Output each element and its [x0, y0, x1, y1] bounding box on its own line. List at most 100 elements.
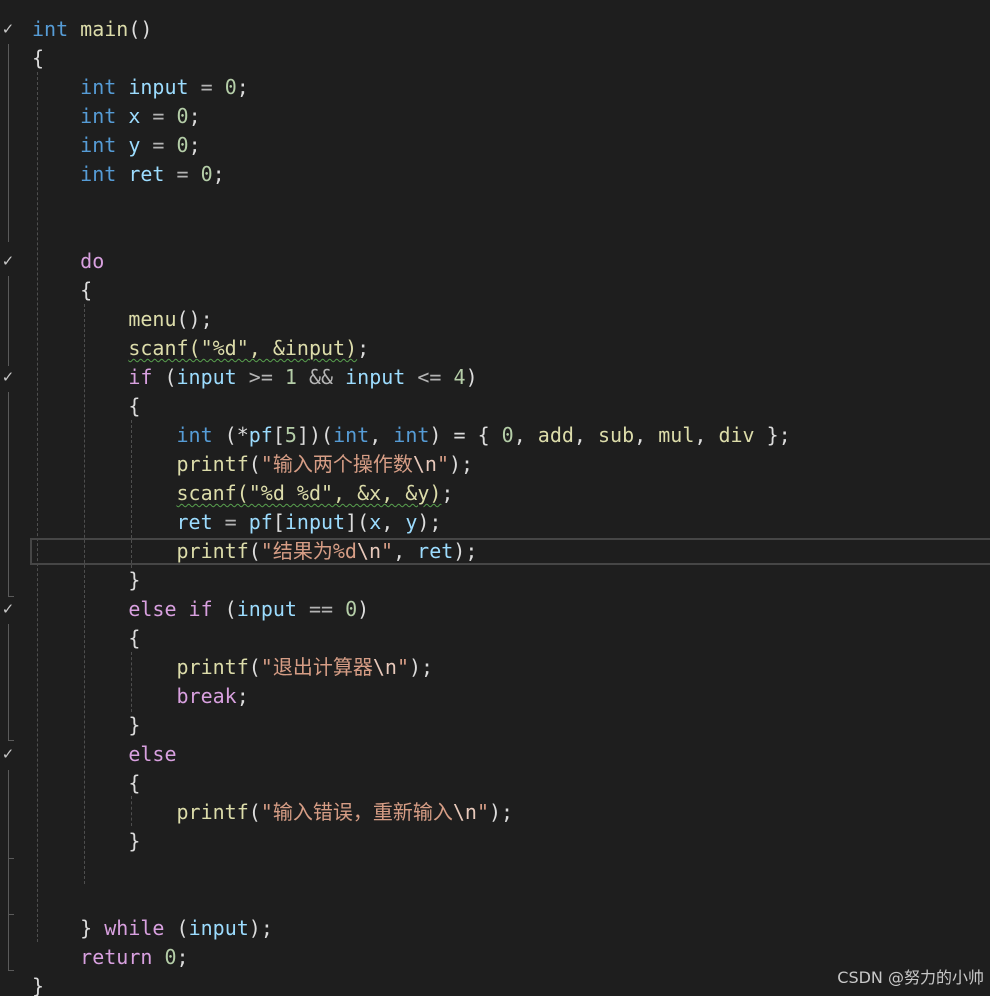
code-token: { [80, 278, 93, 302]
code-token: ( [248, 800, 261, 824]
code-token: y [128, 133, 141, 157]
code-token: ); [488, 800, 514, 824]
code-line[interactable]: scanf("%d %d", &x, &y); [0, 479, 990, 508]
code-token: 5 [284, 423, 297, 447]
code-line[interactable]: int y = 0; [0, 131, 990, 160]
code-line[interactable]: int ret = 0; [0, 160, 990, 189]
code-token: ); [408, 655, 434, 679]
code-line[interactable] [0, 856, 990, 885]
code-token: "输入两个操作数 [260, 452, 413, 476]
code-line[interactable]: else [0, 740, 990, 769]
code-token: " [436, 452, 449, 476]
code-line[interactable]: { [0, 392, 990, 421]
code-token: 1 [284, 365, 297, 389]
code-line[interactable]: printf("退出计算器\n"); [0, 653, 990, 682]
chevron-down-icon[interactable]: ✓ [0, 740, 16, 769]
code-token: input [128, 75, 189, 99]
code-text: { [32, 44, 44, 73]
code-line[interactable]: menu(); [0, 305, 990, 334]
code-token: 4 [453, 365, 466, 389]
code-line[interactable]: break; [0, 682, 990, 711]
code-text: ret = pf[input](x, y); [32, 508, 442, 537]
code-line[interactable]: do [0, 247, 990, 276]
code-token: 0 [164, 945, 177, 969]
code-token: printf [176, 655, 249, 679]
code-line[interactable]: } [0, 566, 990, 595]
code-line[interactable]: int main() [0, 15, 990, 44]
code-token: scanf("%d %d", &x, &y) [176, 481, 442, 505]
code-text: break; [32, 682, 249, 711]
code-token: else [128, 742, 177, 766]
code-line[interactable]: } [0, 827, 990, 856]
code-token: { [32, 46, 45, 70]
indent-guide [84, 304, 85, 884]
fold-line [8, 914, 9, 970]
code-token: ]( [345, 510, 370, 534]
code-line[interactable]: int x = 0; [0, 102, 990, 131]
code-line[interactable]: else if (input == 0) [0, 595, 990, 624]
code-token: 0 [200, 162, 213, 186]
fold-line [8, 392, 9, 596]
code-token: " [476, 800, 489, 824]
current-line-highlight [30, 538, 990, 565]
code-line[interactable]: { [0, 769, 990, 798]
code-token: menu [128, 307, 177, 331]
chevron-down-icon[interactable]: ✓ [0, 595, 16, 624]
code-editor[interactable]: int main(){ int input = 0; int x = 0; in… [0, 0, 990, 996]
code-line[interactable]: int input = 0; [0, 73, 990, 102]
code-line[interactable]: if (input >= 1 && input <= 4) [0, 363, 990, 392]
code-line[interactable]: { [0, 44, 990, 73]
chevron-down-icon[interactable]: ✓ [0, 363, 16, 392]
code-text: else [32, 740, 177, 769]
code-token: ])( [296, 423, 334, 447]
code-token: }; [754, 423, 791, 447]
code-token: ; [236, 684, 249, 708]
code-line[interactable]: } [0, 711, 990, 740]
code-line[interactable]: int (*pf[5])(int, int) = { 0, add, sub, … [0, 421, 990, 450]
code-token: 0 [345, 597, 358, 621]
indent-guide [37, 72, 38, 942]
code-text: printf("输入两个操作数\n"); [32, 450, 474, 479]
code-token: = [212, 510, 249, 534]
code-token: int [176, 423, 213, 447]
chevron-down-icon[interactable]: ✓ [0, 247, 16, 276]
code-token: return [80, 945, 153, 969]
code-token: " [396, 655, 409, 679]
code-line[interactable]: printf("输入两个操作数\n"); [0, 450, 990, 479]
code-line[interactable]: scanf("%d", &input); [0, 334, 990, 363]
code-token: (); [176, 307, 213, 331]
code-token: input [345, 365, 406, 389]
code-line[interactable]: printf("输入错误，重新输入\n"); [0, 798, 990, 827]
code-line[interactable]: { [0, 276, 990, 305]
code-line[interactable] [0, 189, 990, 218]
code-token: } [128, 568, 141, 592]
code-token: , [573, 423, 599, 447]
code-line[interactable]: } while (input); [0, 914, 990, 943]
code-line[interactable] [0, 885, 990, 914]
code-token: x [128, 104, 141, 128]
code-token: add [537, 423, 574, 447]
code-token: int [80, 104, 117, 128]
chevron-down-icon[interactable]: ✓ [0, 15, 16, 44]
code-line[interactable]: ret = pf[input](x, y); [0, 508, 990, 537]
code-line[interactable] [0, 218, 990, 247]
code-token: == [296, 597, 346, 621]
code-token: int [32, 17, 69, 41]
code-token: } [128, 829, 141, 853]
code-token: ) = { [429, 423, 502, 447]
code-line[interactable]: { [0, 624, 990, 653]
code-token: ); [417, 510, 442, 534]
code-text: return 0; [32, 943, 188, 972]
code-token: (* [212, 423, 249, 447]
